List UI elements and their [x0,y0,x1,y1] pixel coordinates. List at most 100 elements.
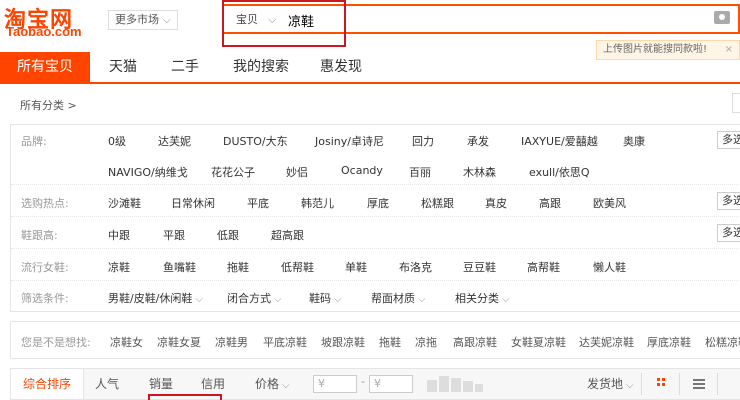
brand-option[interactable]: IAXYUE/爱囍越 [521,133,598,149]
search-category-label: 宝贝 [236,13,258,26]
brand-option[interactable]: Josiny/卓诗尼 [315,133,384,149]
popular-option[interactable]: 鱼嘴鞋 [163,259,196,275]
sort-default[interactable]: 综合排序 [11,369,85,399]
brand-option[interactable]: 奥康 [623,133,645,149]
sort-price[interactable]: 价格 ⌵ [255,369,290,399]
grid-view-icon[interactable] [657,378,669,390]
heel-option[interactable]: 中跟 [108,227,130,243]
suggestion-link[interactable]: 坡跟凉鞋 [321,334,365,350]
suggestion-link[interactable]: 平底凉鞋 [263,334,307,350]
suggestion-link[interactable]: 凉拖 [415,334,437,350]
condition-dropdown[interactable]: 男鞋/皮鞋/休闲鞋 ⌵ [108,290,203,306]
side-handle[interactable] [732,93,740,113]
brand-option[interactable]: 花花公子 [211,164,255,180]
condition-dropdown[interactable]: 相关分类 ⌵ [455,290,510,306]
taobao-logo[interactable]: 淘宝网 Taobao.com [4,2,104,42]
chevron-down-icon: ⌵ [163,15,171,26]
brand-option[interactable]: NAVIGO/纳维戈 [108,164,188,180]
popular-option[interactable]: 高帮鞋 [527,259,560,275]
hot-option[interactable]: 厚底 [367,195,389,211]
sort-price-label: 价格 [255,377,280,391]
popular-option[interactable]: 布洛克 [399,259,432,275]
price-min-input[interactable]: ¥ [313,375,357,393]
brand-option[interactable]: exull/依思Q [529,164,590,180]
tab-discover[interactable]: 惠发现 [310,52,372,82]
sort-popularity[interactable]: 人气 [95,369,119,399]
tab-tmall[interactable]: 天猫 [98,52,148,82]
multi-select-button[interactable]: 多选 [717,224,740,242]
brand-option[interactable]: 承发 [467,133,489,149]
condition-dropdown[interactable]: 帮面材质 ⌵ [371,290,426,306]
search-tabs: 所有宝贝 天猫 二手 我的搜索 惠发现 [0,52,740,84]
suggestion-link[interactable]: 拖鞋 [379,334,401,350]
heel-option[interactable]: 低跟 [217,227,239,243]
chevron-down-icon: ⌵ [274,294,282,305]
divider [641,373,642,395]
brand-option[interactable]: 妙侣 [286,164,308,180]
hot-option[interactable]: 真皮 [485,195,507,211]
filter-label: 选购热点: [21,197,69,210]
sort-bar: 综合排序 人气 销量 信用 价格 ⌵ ¥ - ¥ 发货地 ⌵ [10,368,740,400]
condition-label: 帮面材质 [371,292,415,305]
brand-option[interactable]: 回力 [412,133,434,149]
heel-option[interactable]: 平跟 [163,227,185,243]
heel-option[interactable]: 超高跟 [271,227,304,243]
suggestion-row: 您是不是想找: 凉鞋女 凉鞋女夏 凉鞋男 平底凉鞋 坡跟凉鞋 拖鞋 凉拖 高跟凉… [10,321,740,359]
search-category-select[interactable]: 宝贝 ⌵ [230,11,276,29]
condition-dropdown[interactable]: 闭合方式 ⌵ [227,290,282,306]
suggestion-label: 您是不是想找: [21,336,91,349]
tab-my-search[interactable]: 我的搜索 [222,52,300,82]
breadcrumb[interactable]: 所有分类 > [20,97,77,113]
filter-label: 品牌: [21,135,47,148]
chevron-down-icon: ⌵ [195,294,204,305]
hot-option[interactable]: 欧美风 [593,195,626,211]
filter-row-conditions: 筛选条件: 男鞋/皮鞋/休闲鞋 ⌵ 闭合方式 ⌵ 鞋码 ⌵ 帮面材质 ⌵ 相关分类 ⌵ [11,281,740,313]
logo-en-text: Taobao.com [6,24,82,39]
ship-from-label: 发货地 [587,377,624,391]
suggestion-link[interactable]: 女鞋夏凉鞋 [511,334,566,350]
popular-option[interactable]: 拖鞋 [227,259,249,275]
list-view-icon[interactable] [693,379,705,389]
tab-all-items[interactable]: 所有宝贝 [0,52,90,82]
suggestion-link[interactable]: 达芙妮凉鞋 [579,334,634,350]
hot-option[interactable]: 平底 [247,195,269,211]
suggestion-link[interactable]: 高跟凉鞋 [453,334,497,350]
brand-option[interactable]: 百丽 [409,164,431,180]
search-box: 宝贝 ⌵ [222,4,740,34]
hot-option[interactable]: 高跟 [539,195,561,211]
brand-option[interactable]: 0级 [108,133,126,149]
suggestion-link[interactable]: 松糕凉鞋 [705,334,740,350]
camera-icon[interactable] [714,11,730,24]
brand-option[interactable]: DUSTO/大东 [223,133,288,149]
multi-select-button[interactable]: 多选 [717,192,740,210]
suggestion-link[interactable]: 凉鞋女 [110,334,143,350]
chevron-down-icon: ⌵ [282,380,290,391]
brand-option[interactable]: 木林森 [463,164,496,180]
popular-option[interactable]: 低帮鞋 [281,259,314,275]
suggestion-link[interactable]: 凉鞋男 [215,334,248,350]
multi-select-button[interactable]: 多选 [717,131,740,149]
price-max-input[interactable]: ¥ [369,375,413,393]
condition-label: 男鞋/皮鞋/休闲鞋 [108,292,193,305]
price-range-chart[interactable] [427,376,483,392]
brand-option[interactable]: 达芙妮 [158,133,191,149]
hot-option[interactable]: 沙滩鞋 [108,195,141,211]
search-input[interactable] [288,10,708,30]
tab-second-hand[interactable]: 二手 [160,52,210,82]
suggestion-link[interactable]: 凉鞋女夏 [157,334,201,350]
popular-option[interactable]: 凉鞋 [108,259,130,275]
popular-option[interactable]: 单鞋 [345,259,367,275]
hot-option[interactable]: 日常休闲 [171,195,215,211]
hot-option[interactable]: 松糕跟 [421,195,454,211]
sort-sales[interactable]: 销量 [149,369,173,399]
hot-option[interactable]: 韩范儿 [301,195,334,211]
suggestion-link[interactable]: 厚底凉鞋 [647,334,691,350]
sort-credit[interactable]: 信用 [201,369,225,399]
popular-option[interactable]: 豆豆鞋 [463,259,496,275]
popular-option[interactable]: 懒人鞋 [593,259,626,275]
brand-option[interactable]: Ocandy [341,164,383,177]
filter-label: 筛选条件: [21,292,69,305]
ship-from-dropdown[interactable]: 发货地 ⌵ [587,369,634,399]
more-markets-button[interactable]: 更多市场 ⌵ [108,10,178,30]
condition-dropdown[interactable]: 鞋码 ⌵ [309,290,342,306]
